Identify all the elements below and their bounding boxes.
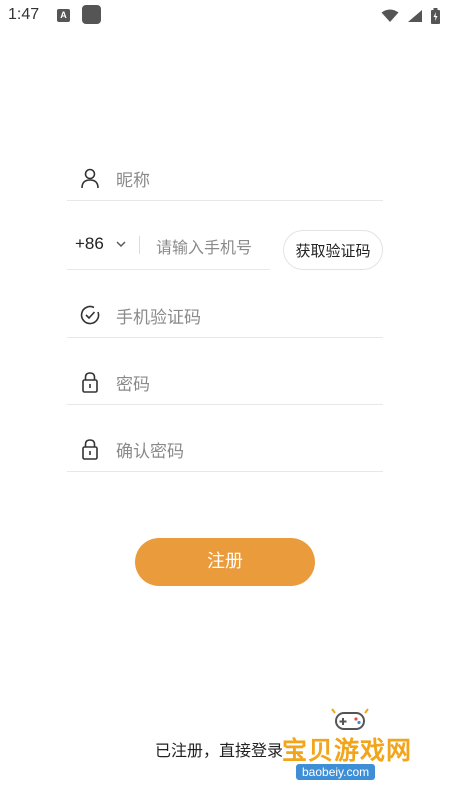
phone-placeholder: 请输入手机号 xyxy=(156,238,253,257)
signal-icon xyxy=(408,10,422,22)
watermark-title: 宝贝游戏网 xyxy=(282,736,413,765)
status-bar: 1:47 A xyxy=(0,0,450,32)
wifi-icon xyxy=(381,9,399,22)
notification-a-icon: A xyxy=(57,9,70,22)
phone-divider xyxy=(139,236,140,254)
watermark-url: baobeiy.com xyxy=(296,764,376,780)
check-circle-icon xyxy=(80,305,100,325)
country-code-selector[interactable]: +86 xyxy=(75,234,104,254)
user-icon xyxy=(81,168,99,189)
confirm-password-placeholder: 确认密码 xyxy=(116,442,184,462)
login-link[interactable]: 已注册，直接登录 xyxy=(155,737,283,761)
sms-code-field[interactable]: 手机验证码 xyxy=(67,291,383,338)
battery-icon xyxy=(431,8,440,24)
lock-icon xyxy=(82,372,98,393)
password-field[interactable]: 密码 xyxy=(67,358,383,405)
phone-field[interactable]: +86 请输入手机号 xyxy=(67,223,270,270)
lock-icon xyxy=(82,439,98,460)
watermark-logo: 宝贝游戏网 baobeiy.com xyxy=(274,703,434,789)
get-code-button[interactable]: 获取验证码 xyxy=(283,230,383,270)
sms-code-placeholder: 手机验证码 xyxy=(116,308,201,328)
register-button[interactable]: 注册 xyxy=(135,538,315,586)
confirm-password-field[interactable]: 确认密码 xyxy=(67,425,383,472)
password-placeholder: 密码 xyxy=(116,375,150,395)
notification-square-icon xyxy=(82,5,101,24)
status-icons xyxy=(381,6,440,26)
nickname-field[interactable]: 昵称 xyxy=(67,154,383,201)
status-time: 1:47 xyxy=(8,6,40,23)
chevron-down-icon[interactable] xyxy=(115,238,127,250)
nickname-placeholder: 昵称 xyxy=(116,171,150,191)
